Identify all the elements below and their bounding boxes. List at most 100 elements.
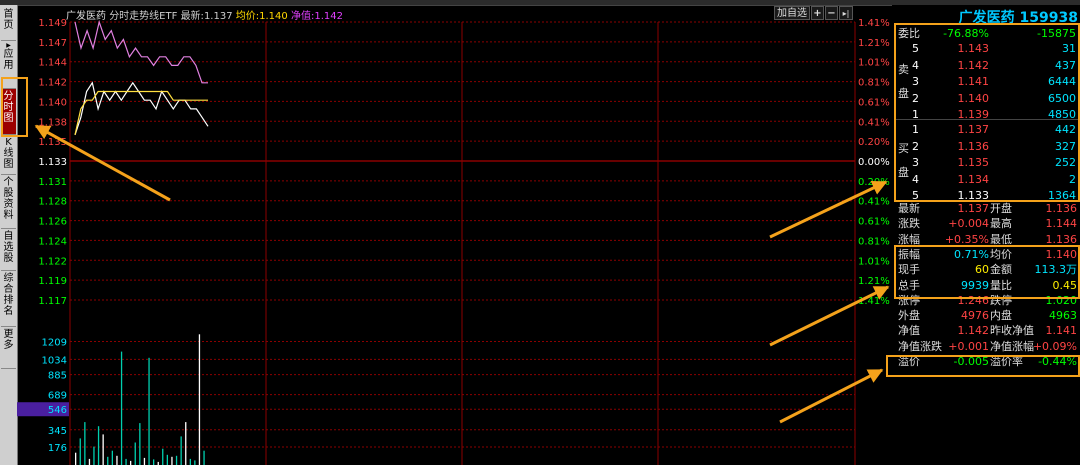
- stat-value: 4963: [1049, 309, 1077, 323]
- ratio-label: 委比: [898, 27, 920, 40]
- ratio-value: -15875: [1037, 27, 1076, 40]
- volume-tick-label: 1209: [42, 338, 67, 349]
- ask-level: 2: [912, 91, 919, 105]
- stat-value: +0.09%: [1032, 339, 1077, 353]
- bid-level: 2: [912, 139, 919, 153]
- nav-label: 净值:: [290, 11, 315, 22]
- ask-volume: 6444: [1048, 75, 1076, 88]
- volume-bar: [194, 460, 196, 465]
- volume-bar: [148, 357, 150, 465]
- stat-value: +0.001: [948, 339, 989, 353]
- volume-tick-label: 885: [48, 371, 67, 382]
- ask-level: 3: [912, 75, 919, 88]
- bid-level: 3: [912, 156, 919, 169]
- stat-value: -0.44%: [1038, 355, 1077, 368]
- buy-label-2: 盘: [898, 166, 909, 179]
- price-tick-label: 1.138: [38, 117, 67, 128]
- intraday-chart[interactable]: 1.149 1.41% 1.147 1.21% 1.144 1.01% 1.142 0.81%…: [0, 0, 892, 465]
- volume-bar: [139, 423, 141, 465]
- percent-tick-label: 0.61%: [858, 217, 890, 228]
- bid-price: 1.137: [957, 123, 990, 136]
- volume-bar: [102, 434, 104, 465]
- volume-bar: [162, 448, 164, 465]
- ratio-pct: -76.88%: [943, 27, 989, 40]
- volume-bar: [175, 455, 178, 465]
- ask-level: 5: [912, 42, 919, 55]
- quote-title: 广发医药 159938: [958, 10, 1078, 26]
- volume-bar: [84, 422, 86, 465]
- bid-price: 1.136: [957, 139, 990, 153]
- percent-tick-label: 1.01%: [858, 256, 890, 267]
- buy-label-1: 买: [898, 142, 909, 155]
- zoom-out-button[interactable]: −: [825, 6, 838, 20]
- stat-value: 113.3万: [1034, 263, 1078, 277]
- bid-level: 4: [912, 172, 919, 186]
- ask-volume: 437: [1055, 58, 1076, 72]
- last-icon[interactable]: ▸|: [839, 6, 853, 20]
- price-tick-label: 1.128: [38, 197, 67, 208]
- bid-volume: 2: [1069, 172, 1076, 186]
- volume-bar: [107, 456, 109, 465]
- percent-tick-label: 1.41%: [858, 18, 890, 29]
- price-series-1: [74, 81, 209, 136]
- ask-level: 4: [912, 58, 919, 72]
- price-tick-label: 1.147: [38, 38, 67, 49]
- avg-label: 均价:: [235, 11, 260, 22]
- percent-tick-label: 0.20%: [858, 137, 890, 148]
- price-tick-label: 1.135: [38, 137, 67, 148]
- volume-bar: [198, 334, 201, 465]
- volume-tick-label: 546: [48, 405, 67, 416]
- sell-label-1: 卖: [898, 63, 909, 76]
- volume-bar: [88, 458, 91, 465]
- volume-tick-label: 176: [48, 443, 67, 454]
- ask-volume: 6500: [1048, 91, 1076, 105]
- chart-name: 分时走势线ETF: [109, 11, 178, 22]
- price-lines: [74, 19, 209, 136]
- bid-volume: 252: [1055, 156, 1076, 169]
- stat-value: 1.137: [957, 202, 990, 215]
- price-tick-label: 1.149: [38, 18, 67, 29]
- price-series-2: [74, 90, 208, 136]
- stat-value: 1.141: [1045, 324, 1078, 338]
- stat-value: 0.71%: [954, 247, 989, 261]
- percent-tick-label: 1.01%: [858, 58, 890, 69]
- stat-value: 60: [975, 263, 989, 277]
- volume-bar: [153, 459, 155, 465]
- percent-tick-label: 0.00%: [858, 157, 890, 168]
- stat-value: 1.142: [957, 324, 990, 338]
- volume-bar: [180, 436, 182, 465]
- volume-bar: [143, 457, 146, 465]
- latest-label: 最新:: [180, 11, 204, 22]
- volume-bar: [111, 450, 113, 465]
- stat-value: 0.45: [1052, 278, 1078, 292]
- price-tick-label: 1.119: [38, 276, 67, 287]
- percent-tick-label: 0.81%: [858, 236, 890, 247]
- bid-volume: 442: [1055, 123, 1076, 136]
- price-tick-label: 1.131: [38, 177, 67, 188]
- bid-price: 1.134: [957, 172, 990, 186]
- stat-value: 1.136: [1045, 232, 1078, 246]
- volume-bar: [171, 456, 173, 465]
- sell-label-2: 盘: [898, 87, 909, 100]
- chart-grid: [69, 21, 856, 465]
- ask-price: 1.140: [957, 91, 990, 105]
- price-tick-label: 1.124: [38, 236, 67, 247]
- add-watchlist-button[interactable]: 加自选: [774, 6, 810, 20]
- stat-value: -0.005: [953, 355, 989, 368]
- percent-tick-label: 0.61%: [858, 97, 890, 108]
- percent-tick-label: 1.21%: [858, 276, 890, 287]
- volume-bar: [75, 452, 77, 465]
- volume-bar: [166, 454, 168, 465]
- stat-value: 9939: [961, 278, 989, 292]
- stat-value: 1.136: [1045, 202, 1078, 215]
- zoom-in-button[interactable]: +: [811, 6, 824, 20]
- volume-bar: [120, 351, 123, 465]
- latest-value: 1.137: [203, 11, 233, 22]
- ask-volume: 4850: [1048, 108, 1076, 121]
- volume-bars: [75, 334, 205, 465]
- ask-price: 1.139: [957, 108, 990, 121]
- stat-value: 1.140: [1045, 247, 1078, 261]
- stat-value: 4976: [961, 309, 989, 323]
- ask-price: 1.142: [957, 58, 990, 72]
- ask-volume: 31: [1062, 42, 1076, 55]
